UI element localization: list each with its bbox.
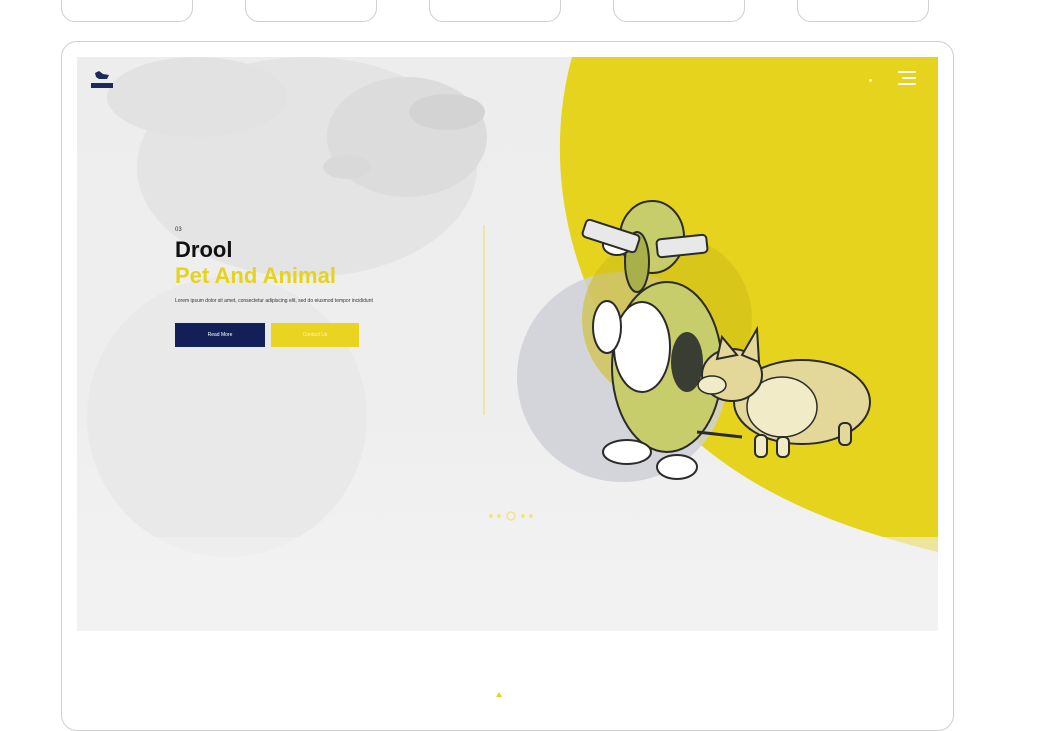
template-card-2[interactable]	[245, 0, 377, 22]
menu-dot-icon	[869, 79, 872, 82]
read-more-button[interactable]: Read More	[175, 323, 265, 347]
hero-buttons: Read More Contact Us	[175, 323, 465, 347]
contact-us-button[interactable]: Contact Us	[271, 323, 359, 347]
hamburger-menu-icon[interactable]	[898, 71, 916, 87]
template-card-1[interactable]	[61, 0, 193, 22]
template-card-4[interactable]	[613, 0, 745, 22]
hero-eyebrow: 03	[175, 227, 182, 233]
dogs-illustration	[581, 200, 871, 480]
divider-line	[483, 225, 485, 415]
template-card-5[interactable]	[797, 0, 929, 22]
hero-description: Lorem ipsum dolor sit amet, consectetur …	[175, 298, 373, 304]
hero-subtitle: Pet And Animal	[175, 263, 336, 288]
scroll-up-arrow-icon[interactable]	[496, 692, 502, 697]
hero-title: Drool	[175, 237, 233, 262]
slider-dots[interactable]	[485, 510, 537, 522]
hero-text-block: 03 Drool Pet And Animal Lorem ipsum dolo…	[175, 227, 465, 347]
template-card-3[interactable]	[429, 0, 561, 22]
dog-logo-icon[interactable]	[89, 67, 113, 93]
template-preview-image: 03 Drool Pet And Animal Lorem ipsum dolo…	[77, 57, 938, 631]
